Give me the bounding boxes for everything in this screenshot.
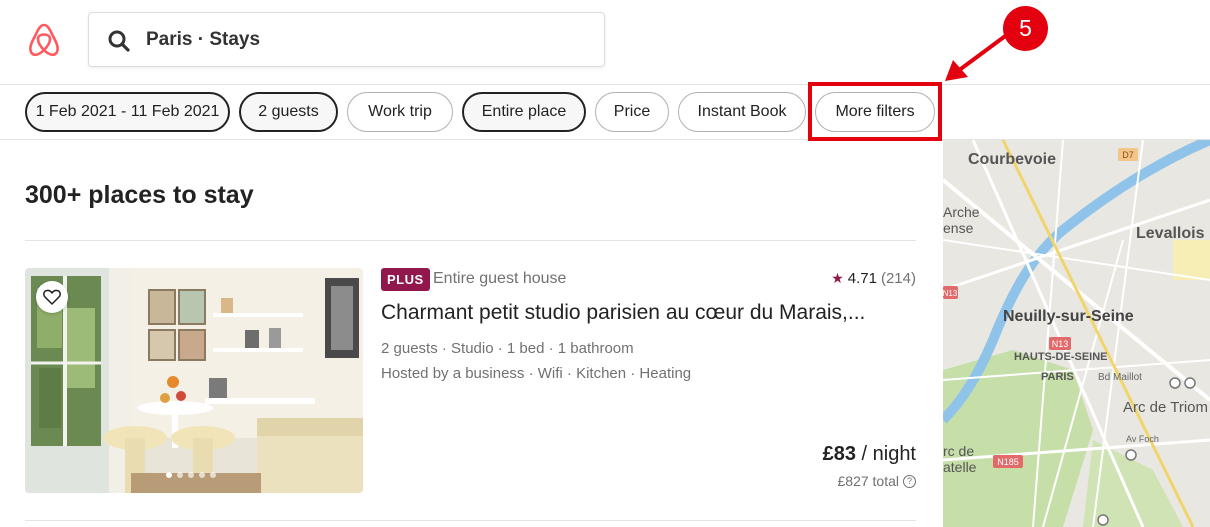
map-label: Arche (943, 204, 980, 220)
road-shield: N185 (997, 457, 1019, 467)
divider (25, 240, 916, 241)
pagination-dot[interactable] (166, 472, 172, 478)
listing-total: £827 total ? (837, 473, 916, 489)
pagination-dot[interactable] (199, 472, 205, 478)
save-heart-icon[interactable] (36, 281, 68, 313)
road-shield: N13 (943, 289, 958, 298)
map-label: HAUTS-DE-SEINE (1014, 351, 1108, 363)
results-heading: 300+ places to stay (25, 181, 254, 209)
map-label: Levallois (1136, 225, 1205, 242)
annotation-highlight-box (808, 82, 942, 141)
road-shield: N13 (1052, 339, 1069, 349)
total-price: £827 total (837, 473, 900, 489)
pagination-dot[interactable] (177, 472, 183, 478)
listing-photo[interactable] (25, 268, 363, 493)
search-query[interactable]: Paris · Stays (146, 29, 260, 51)
map-label: Arc de Triom (1123, 399, 1208, 416)
price-amount: £83 (822, 443, 856, 465)
annotation-step-badge: 5 (1003, 6, 1048, 51)
plus-badge: PLUS (381, 268, 430, 291)
search-icon (108, 30, 130, 52)
filter-guests-button[interactable]: 2 guests (239, 92, 338, 132)
search-bar[interactable]: Paris · Stays (88, 12, 605, 67)
map-label: Neuilly-sur-Seine (1003, 308, 1134, 325)
filter-price-button[interactable]: Price (595, 92, 669, 132)
listing-title[interactable]: Charmant petit studio parisien au cœur d… (381, 301, 865, 325)
filter-work-trip-button[interactable]: Work trip (347, 92, 453, 132)
filter-entire-place-button[interactable]: Entire place (462, 92, 586, 132)
map-label: PARIS (1041, 371, 1074, 383)
map-label: Av Foch (1126, 434, 1159, 444)
map-label: ense (943, 220, 974, 236)
map-label: Bd Maillot (1098, 372, 1142, 383)
property-type: Entire guest house (433, 270, 567, 287)
pagination-dot[interactable] (210, 472, 216, 478)
map-label: rc de (943, 443, 974, 459)
photo-pagination-dots[interactable] (166, 472, 216, 478)
listing-details: 2 guests · Studio · 1 bed · 1 bathroom (381, 340, 634, 357)
filter-bar: 1 Feb 2021 - 11 Feb 2021 2 guests Work t… (0, 85, 1210, 140)
airbnb-logo-icon[interactable] (26, 22, 62, 58)
filter-instant-book-button[interactable]: Instant Book (678, 92, 806, 132)
road-shield: D7 (1122, 150, 1134, 160)
divider (25, 520, 916, 521)
filter-dates-button[interactable]: 1 Feb 2021 - 11 Feb 2021 (25, 92, 230, 132)
map-panel[interactable]: Courbevoie Arche ense Levallois Neuilly-… (943, 140, 1210, 527)
listing-amenities: Hosted by a business · Wifi · Kitchen · … (381, 365, 692, 382)
map-label: Courbevoie (968, 151, 1056, 168)
star-icon: ★ (831, 270, 844, 286)
info-icon[interactable]: ? (903, 474, 916, 488)
map-label: atelle (943, 459, 977, 475)
rating-value: 4.71 (847, 270, 877, 287)
listing-price: £83 / night (823, 443, 916, 466)
review-count: (214) (880, 270, 916, 287)
listing-rating: ★ 4.71 (214) (831, 270, 916, 287)
pagination-dot[interactable] (188, 472, 194, 478)
price-unit: / night (855, 443, 917, 465)
